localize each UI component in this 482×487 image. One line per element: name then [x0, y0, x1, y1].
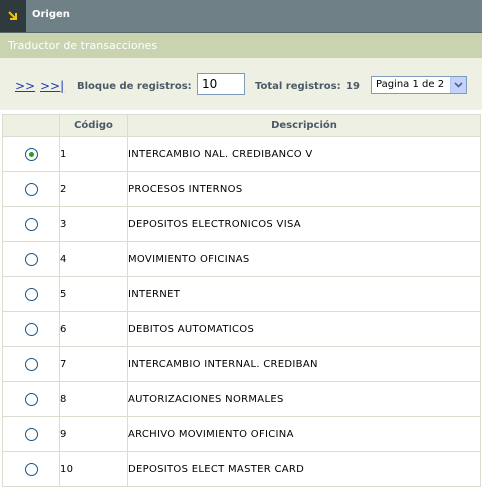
- code-cell: 2: [59, 171, 128, 207]
- row-radio[interactable]: [24, 217, 38, 231]
- description-cell: DEPOSITOS ELECT MASTER CARD: [127, 451, 481, 487]
- table-row[interactable]: 8 AUTORIZACIONES NORMALES: [2, 381, 481, 417]
- table-row[interactable]: 7 INTERCAMBIO INTERNAL. CREDIBAN: [2, 346, 481, 382]
- page-select[interactable]: Pagina 1 de 2: [371, 76, 467, 94]
- row-radio[interactable]: [24, 287, 38, 301]
- row-select-cell: [2, 171, 60, 207]
- row-radio[interactable]: [24, 182, 38, 196]
- window-title: Origen: [32, 9, 70, 20]
- transactions-table: Código Descripción 1 INTERCAMBIO NAL. CRE…: [2, 114, 481, 487]
- description-cell: ARCHIVO MOVIMIENTO OFICINA: [127, 416, 481, 452]
- description-cell: PROCESOS INTERNOS: [127, 171, 481, 207]
- code-cell: 9: [59, 416, 128, 452]
- row-radio[interactable]: [24, 462, 38, 476]
- code-cell: 7: [59, 346, 128, 382]
- row-select-cell: [2, 311, 60, 347]
- table-row[interactable]: 4 MOVIMIENTO OFICINAS: [2, 241, 481, 277]
- row-radio[interactable]: [24, 147, 38, 161]
- table-row[interactable]: 5 INTERNET: [2, 276, 481, 312]
- row-radio[interactable]: [24, 427, 38, 441]
- row-select-cell: [2, 451, 60, 487]
- description-cell: MOVIMIENTO OFICINAS: [127, 241, 481, 277]
- description-cell: DEPOSITOS ELECTRONICOS VISA: [127, 206, 481, 242]
- row-select-cell: [2, 136, 60, 172]
- last-page-link[interactable]: >>|: [40, 79, 64, 93]
- row-radio[interactable]: [24, 357, 38, 371]
- section-title: Traductor de transacciones: [8, 39, 158, 52]
- description-column-header: Descripción: [127, 114, 481, 137]
- block-size-input[interactable]: [197, 73, 245, 95]
- description-cell: INTERNET: [127, 276, 481, 312]
- code-cell: 5: [59, 276, 128, 312]
- description-cell: AUTORIZACIONES NORMALES: [127, 381, 481, 417]
- code-cell: 1: [59, 136, 128, 172]
- table-header-row: Código Descripción: [2, 114, 481, 137]
- code-column-header: Código: [59, 114, 128, 137]
- code-cell: 4: [59, 241, 128, 277]
- table-row[interactable]: 10 DEPOSITOS ELECT MASTER CARD: [2, 451, 481, 487]
- row-select-cell: [2, 346, 60, 382]
- row-radio[interactable]: [24, 392, 38, 406]
- description-cell: DEBITOS AUTOMATICOS: [127, 311, 481, 347]
- arrow-down-right-icon: [0, 0, 26, 32]
- row-select-cell: [2, 241, 60, 277]
- table-row[interactable]: 3 DEPOSITOS ELECTRONICOS VISA: [2, 206, 481, 242]
- code-cell: 8: [59, 381, 128, 417]
- next-page-link[interactable]: >>: [15, 79, 35, 93]
- table-row[interactable]: 9 ARCHIVO MOVIMIENTO OFICINA: [2, 416, 481, 452]
- table-row[interactable]: 1 INTERCAMBIO NAL. CREDIBANCO V: [2, 136, 481, 172]
- total-records-label: Total registros:: [255, 81, 341, 92]
- table-row[interactable]: 6 DEBITOS AUTOMATICOS: [2, 311, 481, 347]
- total-records-value: 19: [346, 81, 360, 92]
- select-column-header: [2, 114, 60, 137]
- code-cell: 10: [59, 451, 128, 487]
- block-size-label: Bloque de registros:: [77, 81, 192, 92]
- pagination-toolbar: >> >>| Bloque de registros: Total regist…: [0, 58, 482, 110]
- row-select-cell: [2, 381, 60, 417]
- row-select-cell: [2, 206, 60, 242]
- code-cell: 6: [59, 311, 128, 347]
- row-radio[interactable]: [24, 252, 38, 266]
- row-select-cell: [2, 276, 60, 312]
- table-row[interactable]: 2 PROCESOS INTERNOS: [2, 171, 481, 207]
- page-select-value: Pagina 1 de 2: [376, 79, 445, 90]
- chevron-down-icon[interactable]: [450, 77, 466, 93]
- description-cell: INTERCAMBIO INTERNAL. CREDIBAN: [127, 346, 481, 382]
- row-select-cell: [2, 416, 60, 452]
- section-header: Traductor de transacciones: [0, 33, 482, 58]
- description-cell: INTERCAMBIO NAL. CREDIBANCO V: [127, 136, 481, 172]
- title-bar: Origen: [0, 0, 482, 33]
- code-cell: 3: [59, 206, 128, 242]
- row-radio[interactable]: [24, 322, 38, 336]
